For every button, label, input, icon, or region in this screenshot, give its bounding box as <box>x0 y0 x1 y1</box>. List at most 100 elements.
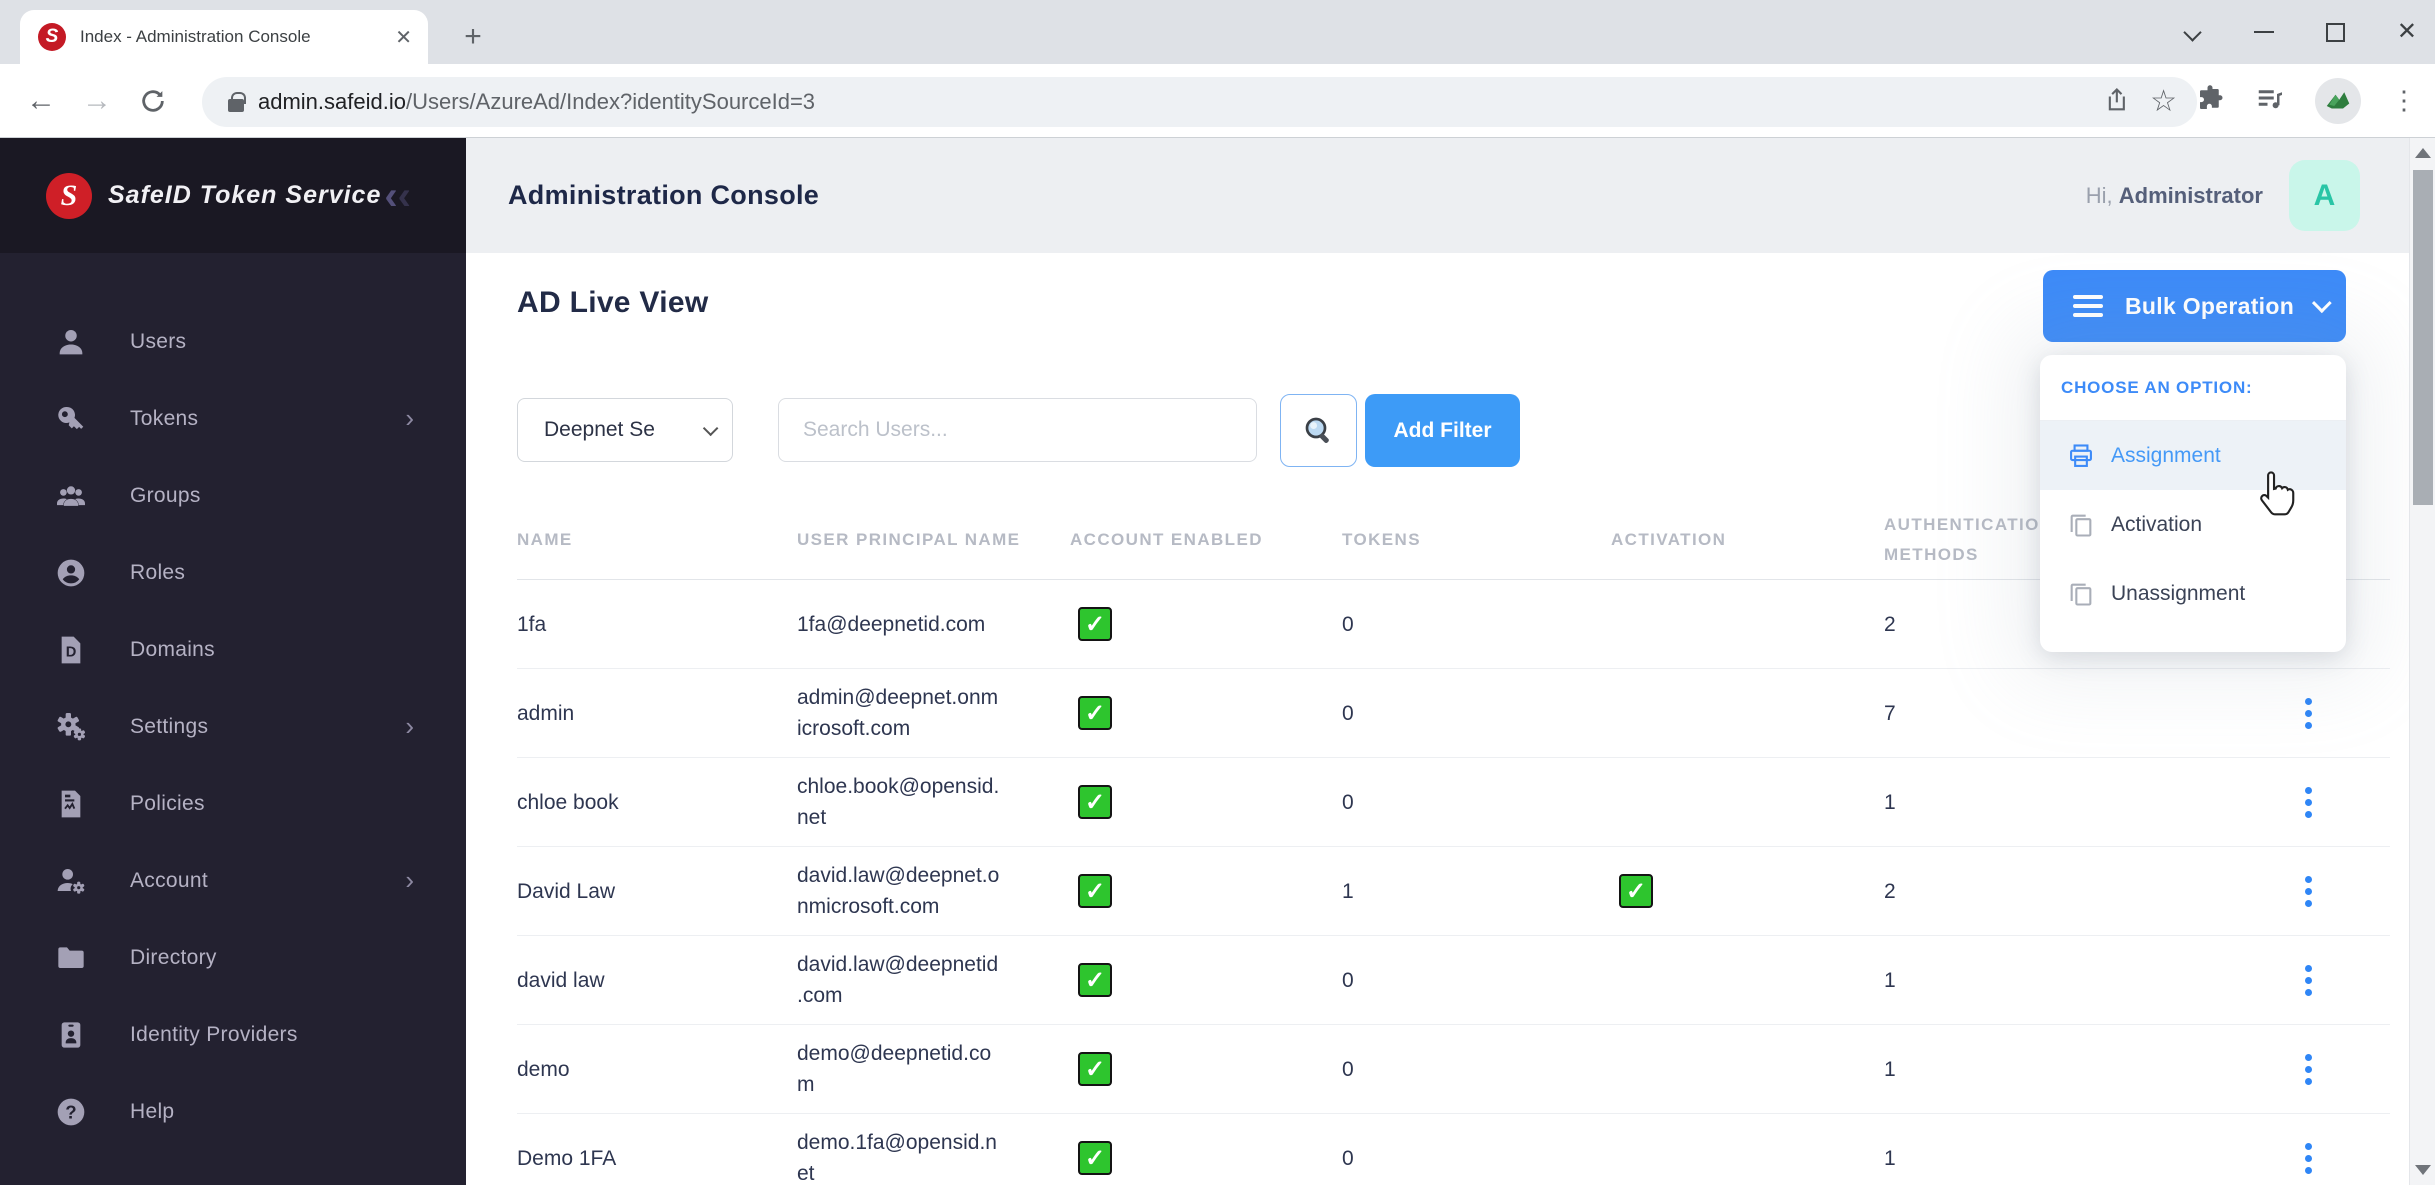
sidebar-item-help[interactable]: ?Help› <box>0 1073 466 1150</box>
sidebar-header: S SafeID Token Service ‹‹ <box>0 138 466 253</box>
user-greeting: Hi, Administrator <box>2085 182 2263 208</box>
enabled-check-icon: ✓ <box>1078 696 1112 730</box>
sidebar: S SafeID Token Service ‹‹ Users›Tokens›G… <box>0 138 466 1185</box>
people-icon <box>54 479 88 513</box>
copy-icon <box>2067 580 2095 608</box>
sidebar-item-directory[interactable]: Directory› <box>0 919 466 996</box>
sidebar-item-label: Roles <box>130 560 186 584</box>
address-bar[interactable]: admin.safeid.io/Users/AzureAd/Index?iden… <box>202 77 2197 127</box>
search-input[interactable] <box>778 398 1257 462</box>
cell-name: demo <box>517 1057 570 1081</box>
reload-icon[interactable] <box>128 64 178 138</box>
cell-methods: 1 <box>1884 1057 1896 1081</box>
policy-icon <box>54 787 88 821</box>
browser-titlebar: S Index - Administration Console ✕ + ✕ <box>0 0 2435 64</box>
table-row: admin admin@deepnet.onmicrosoft.com ✓ 0 7 <box>517 669 2390 758</box>
row-actions-kebab-icon[interactable] <box>2299 781 2318 824</box>
cell-name: Demo 1FA <box>517 1146 617 1170</box>
domain-icon: D <box>54 633 88 667</box>
browser-tab[interactable]: S Index - Administration Console ✕ <box>20 10 428 64</box>
user-icon <box>54 325 88 359</box>
window-close-icon[interactable]: ✕ <box>2397 20 2417 44</box>
row-actions-kebab-icon[interactable] <box>2299 870 2318 913</box>
cell-account-enabled: ✓ <box>1070 785 1342 819</box>
gear-icon <box>54 710 88 744</box>
sidebar-item-label: Directory <box>130 945 217 969</box>
bulk-operation-button[interactable]: Bulk Operation <box>2043 270 2346 342</box>
folder-icon <box>54 941 88 975</box>
column-header: TOKENS <box>1342 529 1421 549</box>
sidebar-item-label: Help <box>130 1099 175 1123</box>
cell-tokens: 0 <box>1342 1146 1354 1170</box>
table-row: david law david.law@deepnetid.com ✓ 0 1 <box>517 936 2390 1025</box>
cell-upn: chloe.book@opensid.net <box>797 775 1000 829</box>
enabled-check-icon: ✓ <box>1078 785 1112 819</box>
user-avatar[interactable]: A <box>2289 160 2360 231</box>
cell-methods: 1 <box>1884 968 1896 992</box>
identity-source-select[interactable]: Deepnet Se <box>517 398 733 462</box>
sidebar-item-label: Groups <box>130 483 201 507</box>
copy-icon <box>2067 511 2095 539</box>
printer-icon <box>2067 442 2095 470</box>
dropdown-option-assignment[interactable]: Assignment <box>2040 421 2346 490</box>
browser-menu-kebab-icon[interactable]: ⋮ <box>2391 87 2417 112</box>
new-tab-button[interactable]: + <box>452 16 494 58</box>
sidebar-item-domains[interactable]: DDomains› <box>0 611 466 688</box>
cell-tokens: 0 <box>1342 701 1354 725</box>
sidebar-item-settings[interactable]: Settings › <box>0 688 466 765</box>
svg-text:?: ? <box>65 1101 76 1122</box>
window-maximize-icon[interactable] <box>2325 22 2345 42</box>
scrollbar-thumb[interactable] <box>2413 170 2433 505</box>
cell-upn: admin@deepnet.onmicrosoft.com <box>797 686 999 740</box>
enabled-check-icon: ✓ <box>1078 963 1112 997</box>
chevron-right-icon: › <box>405 403 414 433</box>
row-actions-kebab-icon[interactable] <box>2299 1048 2318 1091</box>
row-actions-kebab-icon[interactable] <box>2299 959 2318 1002</box>
add-filter-button[interactable]: Add Filter <box>1365 394 1520 467</box>
browser-profile-avatar[interactable] <box>2315 78 2361 124</box>
scrollbar-down-arrow-icon[interactable] <box>2415 1165 2431 1175</box>
column-header: NAME <box>517 529 573 549</box>
sidebar-item-label: Account <box>130 868 208 892</box>
page-scrollbar[interactable] <box>2409 138 2435 1185</box>
column-header: USER PRINCIPAL NAME <box>797 529 1021 549</box>
id-card-icon <box>54 1018 88 1052</box>
extensions-puzzle-icon[interactable] <box>2195 84 2225 119</box>
back-icon[interactable]: ← <box>16 64 66 138</box>
cell-account-enabled: ✓ <box>1070 963 1342 997</box>
table-row: demo demo@deepnetid.com ✓ 0 1 <box>517 1025 2390 1114</box>
cell-account-enabled: ✓ <box>1070 874 1342 908</box>
sidebar-item-policies[interactable]: Policies› <box>0 765 466 842</box>
window-chevron-icon[interactable] <box>2186 24 2202 40</box>
cell-upn: david.law@deepnetid.com <box>797 953 999 1007</box>
sidebar-item-identity-providers[interactable]: Identity Providers› <box>0 996 466 1073</box>
cell-upn: demo.1fa@opensid.net <box>797 1131 997 1185</box>
hamburger-icon <box>2073 290 2103 322</box>
dropdown-option-activation[interactable]: Activation <box>2040 490 2346 559</box>
sidebar-item-users[interactable]: Users› <box>0 303 466 380</box>
sidebar-item-groups[interactable]: Groups› <box>0 457 466 534</box>
sidebar-collapse-icon[interactable]: ‹‹ <box>384 176 411 216</box>
tab-title: Index - Administration Console <box>80 27 311 46</box>
chevron-down-icon <box>702 420 719 436</box>
sidebar-item-tokens[interactable]: Tokens › <box>0 380 466 457</box>
cell-account-enabled: ✓ <box>1070 1052 1342 1086</box>
sidebar-item-account[interactable]: Account › <box>0 842 466 919</box>
share-icon[interactable] <box>2104 86 2132 119</box>
cell-account-enabled: ✓ <box>1070 696 1342 730</box>
sidebar-item-roles[interactable]: Roles› <box>0 534 466 611</box>
dropdown-option-unassignment[interactable]: Unassignment <box>2040 559 2346 628</box>
row-actions-kebab-icon[interactable] <box>2299 692 2318 735</box>
cell-tokens: 0 <box>1342 612 1354 636</box>
browser-toolbar: ← → admin.safeid.io/Users/AzureAd/Index?… <box>0 64 2435 138</box>
media-controls-icon[interactable] <box>2255 84 2285 119</box>
cell-upn: 1fa@deepnetid.com <box>797 612 986 636</box>
window-minimize-icon[interactable] <box>2253 31 2274 33</box>
row-actions-kebab-icon[interactable] <box>2299 1137 2318 1180</box>
tab-close-icon[interactable]: ✕ <box>395 25 412 50</box>
app-title: Administration Console <box>508 180 820 210</box>
cell-name: 1fa <box>517 612 547 636</box>
url-text[interactable]: admin.safeid.io/Users/AzureAd/Index?iden… <box>258 89 2086 115</box>
scrollbar-up-arrow-icon[interactable] <box>2415 148 2431 158</box>
search-button[interactable] <box>1280 394 1357 467</box>
